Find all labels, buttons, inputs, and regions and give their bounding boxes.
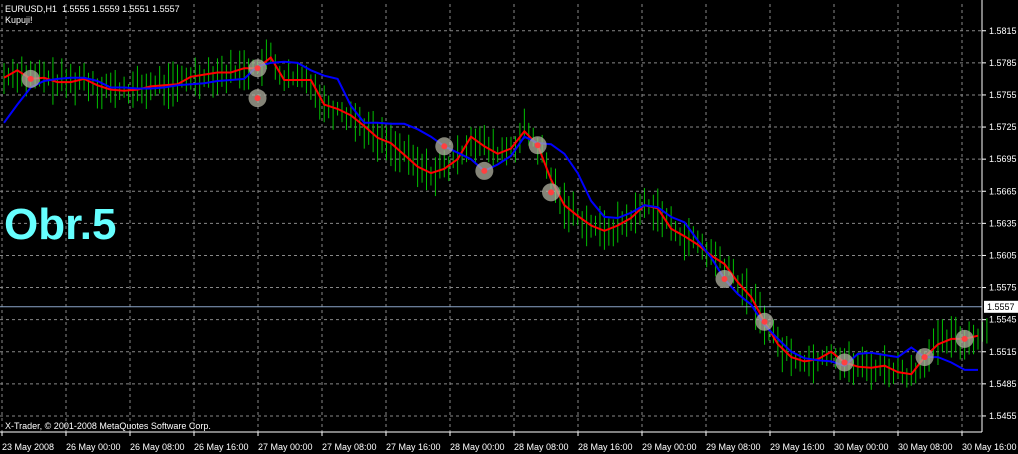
y-tick-label: 1.5545	[989, 315, 1017, 325]
current-price-label: 1.5557	[987, 302, 1015, 312]
y-tick-label: 1.5635	[989, 218, 1017, 228]
chart-background	[0, 0, 1018, 454]
y-tick-label: 1.5695	[989, 154, 1017, 164]
signal-marker-dot	[548, 189, 555, 196]
x-tick-label: 27 May 16:00	[386, 442, 441, 452]
x-tick-label: 23 May 2008	[2, 442, 54, 452]
x-tick-label: 27 May 00:00	[258, 442, 313, 452]
y-tick-label: 1.5455	[989, 411, 1017, 421]
signal-marker-dot	[27, 75, 34, 82]
y-tick-label: 1.5485	[989, 379, 1017, 389]
y-tick-label: 1.5815	[989, 26, 1017, 36]
overlay-label: Obr.5	[4, 200, 117, 249]
signal-marker-dot	[534, 142, 541, 149]
signal-marker-dot	[721, 275, 728, 282]
ohlc-label: 1.5555 1.5559 1.5551 1.5557	[62, 4, 180, 14]
x-tick-label: 30 May 16:00	[962, 442, 1017, 452]
copyright-label: X-Trader, © 2001-2008 MetaQuotes Softwar…	[5, 421, 211, 431]
signal-marker-dot	[254, 65, 261, 72]
x-tick-label: 29 May 08:00	[706, 442, 761, 452]
price-chart: 1.5815 1.5785 1.5755 1.5725 1.5695 1.5665 1.56…	[0, 0, 1018, 454]
y-tick-label: 1.5665	[989, 186, 1017, 196]
y-tick-label: 1.5785	[989, 58, 1017, 68]
x-tick-label: 28 May 08:00	[514, 442, 569, 452]
x-tick-label: 30 May 00:00	[834, 442, 889, 452]
y-tick-label: 1.5605	[989, 250, 1017, 260]
x-tick-label: 29 May 16:00	[770, 442, 825, 452]
x-tick-label: 28 May 00:00	[450, 442, 505, 452]
x-tick-label: 26 May 08:00	[130, 442, 185, 452]
y-tick-label: 1.5755	[989, 90, 1017, 100]
y-tick-label: 1.5515	[989, 347, 1017, 357]
x-tick-label: 27 May 08:00	[322, 442, 377, 452]
signal-marker-dot	[761, 318, 768, 325]
x-tick-label: 30 May 08:00	[898, 442, 953, 452]
signal-marker-dot	[841, 359, 848, 366]
y-tick-label: 1.5575	[989, 283, 1017, 293]
chart-header: EURUSD,H1 1.5555 1.5559 1.5551 1.5557	[5, 4, 180, 14]
signal-marker-dot	[961, 335, 968, 342]
signal-marker-dot	[921, 354, 928, 361]
signal-marker-dot	[441, 143, 448, 150]
indicator-label: Kupuji!	[5, 15, 33, 25]
x-tick-label: 28 May 16:00	[578, 442, 633, 452]
x-tick-label: 26 May 16:00	[194, 442, 249, 452]
signal-marker-dot	[254, 95, 261, 102]
symbol-label: EURUSD,H1	[5, 4, 58, 14]
x-tick-label: 29 May 00:00	[642, 442, 697, 452]
x-tick-label: 26 May 00:00	[66, 442, 121, 452]
y-tick-label: 1.5725	[989, 122, 1017, 132]
signal-marker-dot	[481, 167, 488, 174]
